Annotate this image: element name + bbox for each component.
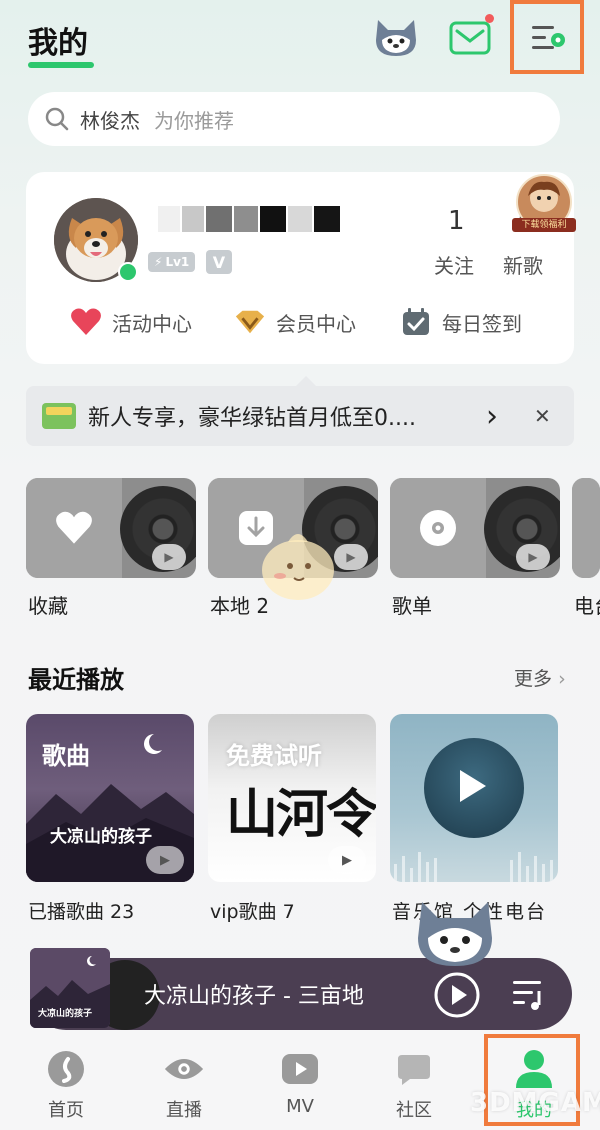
username-redacted-block: [182, 206, 204, 232]
play-icon[interactable]: ▶: [516, 544, 550, 570]
cover-title: 免费试听: [226, 742, 322, 770]
notification-dot: [485, 14, 494, 23]
recent-card-radio[interactable]: [390, 714, 558, 882]
tab-live[interactable]: 直播: [144, 1048, 224, 1122]
shortcut-favorites[interactable]: ▶: [26, 478, 196, 578]
play-icon[interactable]: ▶: [146, 846, 184, 874]
avatar-status-badge: [118, 262, 138, 282]
page-title: 我的: [28, 26, 88, 61]
mail-icon[interactable]: [446, 14, 494, 62]
play-icon[interactable]: ▶: [328, 846, 366, 874]
chevron-right-icon: ›: [558, 668, 566, 690]
play-button[interactable]: [432, 970, 482, 1020]
tab-community[interactable]: 社区: [374, 1048, 454, 1122]
close-icon[interactable]: ✕: [534, 404, 551, 428]
following-label[interactable]: 关注: [434, 250, 474, 279]
shortcut-label[interactable]: 电台: [574, 590, 600, 619]
shortcut-label[interactable]: 歌单: [392, 590, 432, 619]
music-note-icon: [45, 1048, 87, 1090]
recent-label[interactable]: vip歌曲 7: [210, 898, 295, 926]
search-query: 林俊杰: [80, 108, 140, 133]
shortcut-label[interactable]: 收藏: [28, 590, 68, 619]
eye-icon: [163, 1048, 205, 1090]
play-circle-icon: [434, 972, 480, 1018]
lightning-icon: ⚡: [154, 255, 163, 269]
vip-badge[interactable]: V: [206, 250, 232, 274]
search-icon: [45, 107, 69, 131]
disc-icon: [420, 510, 456, 546]
username-redacted-block: [206, 206, 232, 232]
waveform-icon: [394, 852, 553, 882]
play-icon[interactable]: [460, 770, 486, 802]
player-song-title[interactable]: 大凉山的孩子 - 三亩地: [144, 978, 364, 1010]
promo-ribbon[interactable]: 下载领福利: [512, 218, 576, 232]
promo-banner[interactable]: 新人专享，豪华绿钻首月低至0.... › ✕: [26, 376, 574, 446]
playlist-icon: [513, 981, 541, 1010]
play-icon[interactable]: ▶: [152, 544, 186, 570]
shortcut-playlists[interactable]: ▶: [390, 478, 560, 578]
player-art-text: 大凉山的孩子: [38, 1009, 93, 1019]
quick-action-activity[interactable]: 活动中心: [70, 306, 192, 338]
recent-label[interactable]: 已播歌曲 23: [28, 898, 134, 926]
username-redacted-block: [314, 206, 340, 232]
tab-mv[interactable]: MV: [260, 1048, 340, 1117]
diamond-icon: [234, 306, 266, 338]
heart-icon: [70, 306, 102, 338]
highlight-box-settings: [510, 0, 584, 74]
player-album-art[interactable]: 大凉山的孩子: [30, 948, 110, 1028]
tab-home[interactable]: 首页: [26, 1048, 106, 1122]
shortcut-radio[interactable]: [572, 478, 600, 578]
banner-arrow-icon[interactable]: ›: [486, 399, 498, 434]
heart-icon: [56, 511, 92, 544]
section-title-recent: 最近播放: [28, 666, 124, 694]
banner-text: 新人专享，豪华绿钻首月低至0....: [88, 406, 416, 431]
level-badge[interactable]: ⚡ Lv1: [148, 252, 196, 272]
cover-title: 歌曲: [42, 742, 90, 770]
quick-action-checkin[interactable]: 每日签到: [400, 306, 522, 338]
cover-subtitle: 山河令: [226, 784, 376, 845]
calendar-check-icon: [400, 306, 432, 338]
video-play-icon: [279, 1048, 321, 1090]
gift-icon: [42, 403, 76, 429]
mascot-avatar-icon[interactable]: [372, 14, 420, 62]
more-link[interactable]: 更多 ›: [514, 664, 566, 691]
husky-mascot-icon: [412, 896, 498, 970]
title-underline: [28, 62, 94, 68]
username-redacted-block: [234, 206, 258, 232]
username-redacted-block: [288, 206, 312, 232]
search-bar[interactable]: 林俊杰 为你推荐: [28, 92, 560, 146]
recent-card-played[interactable]: 歌曲 大凉山的孩子 ▶: [26, 714, 194, 882]
username-redacted-block: [158, 206, 180, 232]
username-redacted-block: [260, 206, 286, 232]
playlist-button[interactable]: [504, 970, 554, 1020]
following-count[interactable]: 1: [448, 206, 465, 236]
cover-subtitle: 大凉山的孩子: [50, 827, 152, 847]
mascot-sticker-icon: [250, 520, 346, 608]
quick-action-membership[interactable]: 会员中心: [234, 306, 356, 338]
chat-bubble-icon: [393, 1048, 435, 1090]
watermark: 3DMGAME: [470, 1088, 600, 1118]
recent-card-vip[interactable]: 免费试听 山河令 ▶: [208, 714, 376, 882]
new-songs-label[interactable]: 新歌: [503, 250, 543, 279]
search-placeholder: 为你推荐: [154, 108, 234, 133]
